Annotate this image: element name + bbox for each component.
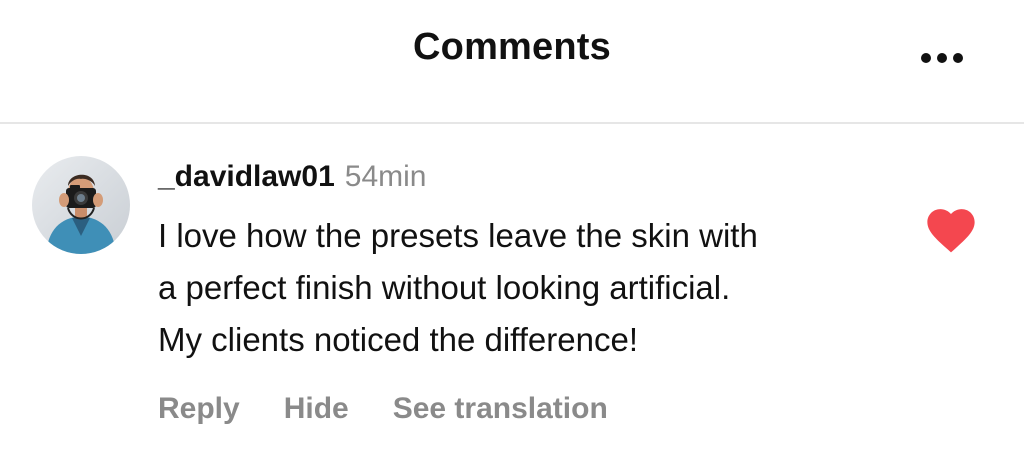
comment-username[interactable]: _davidlaw01 <box>158 160 335 193</box>
comment-item: _davidlaw01 54min I love how the presets … <box>0 124 1024 462</box>
more-horizontal-icon <box>921 53 931 63</box>
more-horizontal-icon-dot <box>953 53 963 63</box>
comments-header: Comments <box>0 0 1024 122</box>
photographer-avatar-icon <box>32 156 130 254</box>
comment-timestamp: 54min <box>344 160 427 193</box>
comment-text-line: I love how the presets leave the skin wi… <box>158 217 758 254</box>
avatar[interactable] <box>32 156 130 254</box>
more-options-button[interactable] <box>912 40 972 76</box>
more-horizontal-icon-dot <box>937 53 947 63</box>
heart-icon <box>927 209 975 253</box>
hide-button[interactable]: Hide <box>284 392 349 425</box>
like-button[interactable] <box>922 202 980 254</box>
comment-actions: Reply Hide See translation <box>158 392 652 426</box>
page-title: Comments <box>413 26 611 68</box>
reply-button[interactable]: Reply <box>158 392 240 425</box>
comment-text: I love how the presets leave the skin wi… <box>158 210 878 366</box>
comment-text-line: My clients noticed the difference! <box>158 321 638 358</box>
comment-text-line: a perfect finish without looking artific… <box>158 269 731 306</box>
comment-meta: _davidlaw01 54min <box>158 160 426 194</box>
see-translation-button[interactable]: See translation <box>393 392 608 425</box>
